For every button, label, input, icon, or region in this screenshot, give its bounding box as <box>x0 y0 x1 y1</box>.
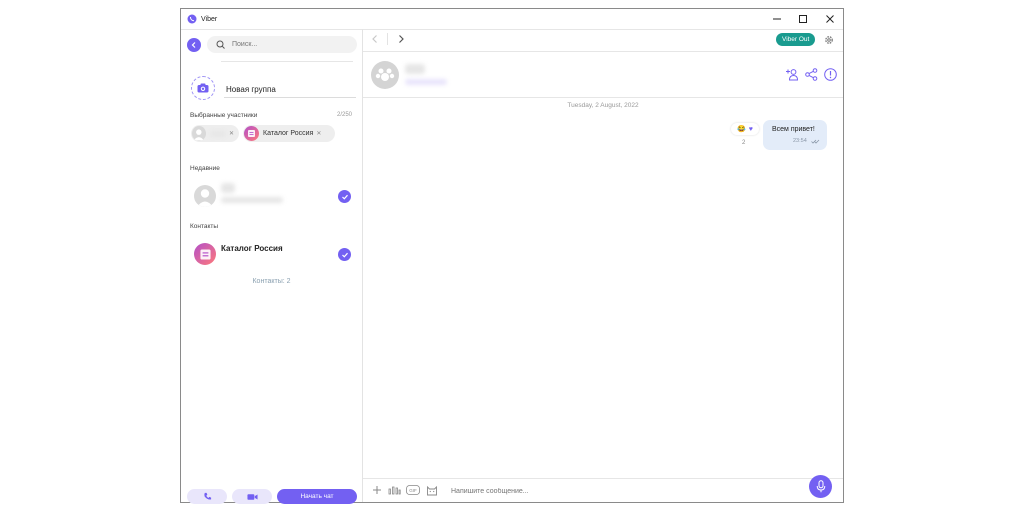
chevron-right-icon <box>399 35 404 43</box>
maximize-button[interactable] <box>789 9 817 29</box>
phone-icon <box>203 492 211 500</box>
message-reactions[interactable]: 😂 ♥ <box>731 123 759 135</box>
gif-icon: GIF <box>406 485 420 495</box>
blurred-chat-subtitle <box>405 79 447 85</box>
sticker-icon <box>427 485 437 495</box>
selected-participants-label: Выбранные участники <box>190 112 258 119</box>
search-icon <box>216 40 225 49</box>
add-participant-icon <box>786 69 799 81</box>
selected-chip-2[interactable]: Каталог Россия ✕ <box>243 125 335 142</box>
remove-chip-icon[interactable]: ✕ <box>229 130 234 137</box>
read-receipt-icon <box>811 139 820 144</box>
share-icon <box>804 67 817 81</box>
gear-icon <box>825 36 833 44</box>
nav-back-button[interactable] <box>371 34 379 47</box>
audio-icon <box>388 486 401 495</box>
laugh-emoji: 😂 <box>737 126 746 133</box>
minimize-icon <box>773 18 781 20</box>
microphone-icon <box>816 480 825 493</box>
contact-name: Каталог Россия <box>221 244 283 253</box>
message-text: Всем привет! <box>772 126 815 133</box>
chat-panel: Viber Out Tuesday, 2 August, 2022 😂 ♥ 2 … <box>363 29 843 502</box>
start-chat-button[interactable]: Начать чат <box>277 489 357 504</box>
avatar <box>192 126 206 141</box>
back-arrow-icon <box>191 42 196 48</box>
search-box[interactable] <box>207 36 357 53</box>
blurred-chat-title <box>405 64 425 74</box>
info-icon <box>823 67 837 81</box>
recent-contact-row[interactable] <box>181 179 362 211</box>
viber-out-button[interactable]: Viber Out <box>776 33 816 46</box>
avatar <box>194 185 216 207</box>
sticker-button[interactable] <box>425 484 439 496</box>
message-input[interactable] <box>449 483 693 499</box>
contact-row[interactable]: Каталог Россия <box>181 237 362 269</box>
viber-logo-icon <box>187 14 197 24</box>
blurred-name <box>209 130 226 137</box>
katalog-logo-icon <box>248 130 255 137</box>
gif-button[interactable]: GIF <box>405 484 421 496</box>
header-divider <box>363 97 843 98</box>
audio-button[interactable] <box>387 484 401 496</box>
message-time: 23:54 <box>793 138 807 144</box>
message-bubble[interactable]: Всем привет! 23:54 <box>763 120 827 150</box>
search-divider <box>221 61 353 62</box>
group-name-input[interactable] <box>224 81 356 98</box>
selected-chip-1[interactable]: ✕ <box>191 125 239 142</box>
composer: GIF <box>363 479 843 502</box>
plus-icon <box>373 486 381 494</box>
back-button[interactable] <box>187 38 201 52</box>
toolbar-divider <box>363 51 843 52</box>
user-placeholder-icon <box>197 189 213 207</box>
selected-check[interactable] <box>338 190 351 203</box>
close-icon <box>826 15 834 23</box>
selected-count: 2/250 <box>336 112 352 118</box>
minimize-button[interactable] <box>763 9 791 29</box>
share-button[interactable] <box>804 67 818 81</box>
attach-button[interactable] <box>371 484 383 496</box>
selected-check[interactable] <box>338 248 351 261</box>
viber-window: Viber Выбранные участники 2/250 <box>180 8 844 504</box>
katalog-logo-icon <box>199 248 211 260</box>
contacts-count: Контакты: 2 <box>252 278 291 285</box>
contacts-label: Контакты <box>190 223 219 230</box>
video-icon <box>246 493 258 500</box>
chevron-left-icon <box>372 35 377 43</box>
heart-icon: ♥ <box>748 125 753 133</box>
call-button[interactable] <box>187 489 227 504</box>
check-icon <box>341 252 348 258</box>
remove-chip-icon[interactable]: ✕ <box>316 130 321 137</box>
nav-forward-button[interactable] <box>397 34 405 47</box>
check-icon <box>341 194 348 200</box>
chip-label: Каталог Россия <box>263 130 314 137</box>
katalog-avatar <box>244 126 259 141</box>
info-button[interactable] <box>823 67 837 81</box>
left-panel: Выбранные участники 2/250 ✕ Каталог Росс… <box>181 29 363 504</box>
recent-label: Недавние <box>190 165 220 172</box>
blurred-name <box>221 183 235 193</box>
user-placeholder-icon <box>193 129 204 141</box>
blurred-subtitle <box>221 197 283 203</box>
group-placeholder-icon <box>375 68 395 81</box>
video-call-button[interactable] <box>232 489 272 504</box>
camera-icon <box>197 83 209 93</box>
reaction-count: 2 <box>742 140 746 146</box>
katalog-avatar <box>194 243 216 265</box>
voice-message-button[interactable] <box>809 475 832 498</box>
group-avatar[interactable] <box>371 61 399 89</box>
search-input[interactable] <box>230 40 344 49</box>
settings-button[interactable] <box>823 34 835 46</box>
group-photo-button[interactable] <box>191 76 215 100</box>
window-title: Viber <box>201 15 218 23</box>
date-separator: Tuesday, 2 August, 2022 <box>567 102 639 109</box>
add-participant-button[interactable] <box>785 67 799 81</box>
title-bar: Viber <box>181 9 843 29</box>
svg-text:GIF: GIF <box>409 488 417 493</box>
maximize-icon <box>799 15 807 23</box>
close-window-button[interactable] <box>816 9 844 29</box>
nav-divider <box>387 33 388 45</box>
